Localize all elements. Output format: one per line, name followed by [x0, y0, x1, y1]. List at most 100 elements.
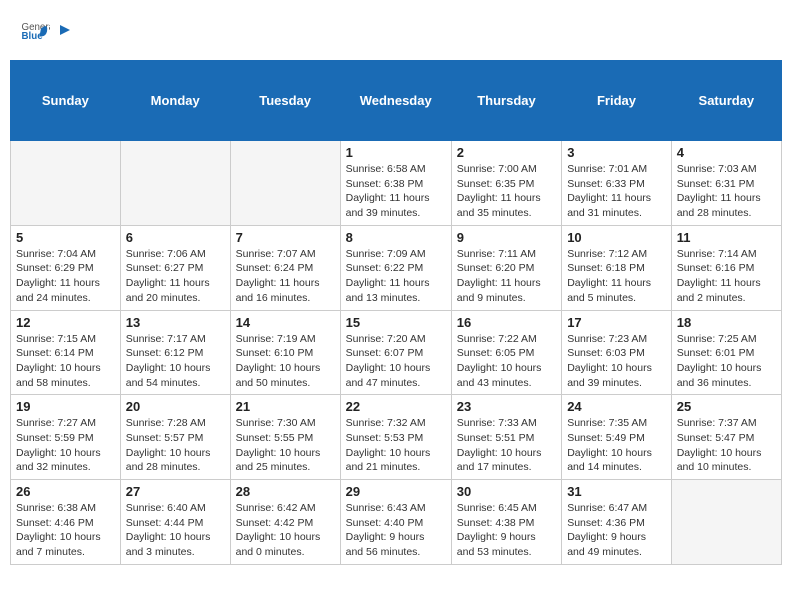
- day-info: Sunrise: 7:06 AM Sunset: 6:27 PM Dayligh…: [126, 247, 225, 306]
- logo-arrow-icon: [56, 21, 74, 39]
- day-number: 26: [16, 484, 115, 499]
- day-info: Sunrise: 6:45 AM Sunset: 4:38 PM Dayligh…: [457, 501, 556, 560]
- calendar-cell: 14 Sunrise: 7:19 AM Sunset: 6:10 PM Dayli…: [230, 310, 340, 395]
- calendar-cell: 13 Sunrise: 7:17 AM Sunset: 6:12 PM Dayli…: [120, 310, 230, 395]
- day-number: 4: [677, 145, 776, 160]
- day-info: Sunrise: 7:37 AM Sunset: 5:47 PM Dayligh…: [677, 416, 776, 475]
- calendar-cell: 6Sunrise: 7:06 AM Sunset: 6:27 PM Daylig…: [120, 225, 230, 310]
- day-info: Sunrise: 6:38 AM Sunset: 4:46 PM Dayligh…: [16, 501, 115, 560]
- calendar-cell: 9 Sunrise: 7:11 AM Sunset: 6:20 PM Daylig…: [451, 225, 561, 310]
- day-header-wednesday: Wednesday: [340, 61, 451, 141]
- day-info: Sunrise: 7:04 AM Sunset: 6:29 PM Dayligh…: [16, 247, 115, 306]
- calendar-cell: [671, 480, 781, 565]
- calendar-cell: 20 Sunrise: 7:28 AM Sunset: 5:57 PM Dayli…: [120, 395, 230, 480]
- day-number: 18: [677, 315, 776, 330]
- day-number: 19: [16, 399, 115, 414]
- week-row-4: 19Sunrise: 7:27 AM Sunset: 5:59 PM Dayli…: [11, 395, 782, 480]
- calendar-cell: 10Sunrise: 7:12 AM Sunset: 6:18 PM Dayli…: [562, 225, 672, 310]
- day-header-friday: Friday: [562, 61, 672, 141]
- calendar-cell: 4 Sunrise: 7:03 AM Sunset: 6:31 PM Daylig…: [671, 141, 781, 226]
- day-info: Sunrise: 6:43 AM Sunset: 4:40 PM Dayligh…: [346, 501, 446, 560]
- calendar-cell: 7 Sunrise: 7:07 AM Sunset: 6:24 PM Daylig…: [230, 225, 340, 310]
- day-number: 28: [236, 484, 335, 499]
- calendar-cell: [120, 141, 230, 226]
- calendar-cell: 1 Sunrise: 6:58 AM Sunset: 6:38 PM Daylig…: [340, 141, 451, 226]
- day-number: 3: [567, 145, 666, 160]
- week-row-5: 26 Sunrise: 6:38 AM Sunset: 4:46 PM Dayli…: [11, 480, 782, 565]
- svg-text:Blue: Blue: [22, 31, 44, 42]
- header-row: SundayMondayTuesdayWednesdayThursdayFrid…: [11, 61, 782, 141]
- day-info: Sunrise: 7:28 AM Sunset: 5:57 PM Dayligh…: [126, 416, 225, 475]
- day-number: 31: [567, 484, 666, 499]
- calendar-cell: 8 Sunrise: 7:09 AM Sunset: 6:22 PM Daylig…: [340, 225, 451, 310]
- day-info: Sunrise: 7:33 AM Sunset: 5:51 PM Dayligh…: [457, 416, 556, 475]
- calendar-cell: 18Sunrise: 7:25 AM Sunset: 6:01 PM Dayli…: [671, 310, 781, 395]
- day-info: Sunrise: 7:22 AM Sunset: 6:05 PM Dayligh…: [457, 332, 556, 391]
- week-row-2: 5Sunrise: 7:04 AM Sunset: 6:29 PM Daylig…: [11, 225, 782, 310]
- day-number: 16: [457, 315, 556, 330]
- day-info: Sunrise: 7:19 AM Sunset: 6:10 PM Dayligh…: [236, 332, 335, 391]
- day-number: 14: [236, 315, 335, 330]
- day-number: 11: [677, 230, 776, 245]
- day-info: Sunrise: 7:00 AM Sunset: 6:35 PM Dayligh…: [457, 162, 556, 221]
- day-header-sunday: Sunday: [11, 61, 121, 141]
- calendar-table: SundayMondayTuesdayWednesdayThursdayFrid…: [10, 60, 782, 565]
- day-info: Sunrise: 7:30 AM Sunset: 5:55 PM Dayligh…: [236, 416, 335, 475]
- day-number: 1: [346, 145, 446, 160]
- day-number: 25: [677, 399, 776, 414]
- calendar-cell: 22 Sunrise: 7:32 AM Sunset: 5:53 PM Dayli…: [340, 395, 451, 480]
- day-number: 30: [457, 484, 556, 499]
- day-info: Sunrise: 7:09 AM Sunset: 6:22 PM Dayligh…: [346, 247, 446, 306]
- day-info: Sunrise: 7:07 AM Sunset: 6:24 PM Dayligh…: [236, 247, 335, 306]
- logo-icon: General Blue: [20, 15, 50, 45]
- day-info: Sunrise: 7:14 AM Sunset: 6:16 PM Dayligh…: [677, 247, 776, 306]
- calendar-cell: 17 Sunrise: 7:23 AM Sunset: 6:03 PM Dayli…: [562, 310, 672, 395]
- day-number: 24: [567, 399, 666, 414]
- day-info: Sunrise: 6:40 AM Sunset: 4:44 PM Dayligh…: [126, 501, 225, 560]
- calendar-cell: 12 Sunrise: 7:15 AM Sunset: 6:14 PM Dayli…: [11, 310, 121, 395]
- day-info: Sunrise: 7:35 AM Sunset: 5:49 PM Dayligh…: [567, 416, 666, 475]
- calendar-cell: 11 Sunrise: 7:14 AM Sunset: 6:16 PM Dayli…: [671, 225, 781, 310]
- calendar-cell: 19Sunrise: 7:27 AM Sunset: 5:59 PM Dayli…: [11, 395, 121, 480]
- day-info: Sunrise: 6:58 AM Sunset: 6:38 PM Dayligh…: [346, 162, 446, 221]
- day-header-thursday: Thursday: [451, 61, 561, 141]
- calendar-cell: 31 Sunrise: 6:47 AM Sunset: 4:36 PM Dayli…: [562, 480, 672, 565]
- logo: General Blue: [20, 15, 76, 45]
- day-number: 20: [126, 399, 225, 414]
- calendar-cell: 21 Sunrise: 7:30 AM Sunset: 5:55 PM Dayli…: [230, 395, 340, 480]
- week-row-3: 12 Sunrise: 7:15 AM Sunset: 6:14 PM Dayli…: [11, 310, 782, 395]
- day-number: 17: [567, 315, 666, 330]
- calendar-cell: 27 Sunrise: 6:40 AM Sunset: 4:44 PM Dayli…: [120, 480, 230, 565]
- day-info: Sunrise: 7:32 AM Sunset: 5:53 PM Dayligh…: [346, 416, 446, 475]
- day-number: 2: [457, 145, 556, 160]
- day-number: 8: [346, 230, 446, 245]
- calendar-cell: 29 Sunrise: 6:43 AM Sunset: 4:40 PM Dayli…: [340, 480, 451, 565]
- day-number: 29: [346, 484, 446, 499]
- day-number: 21: [236, 399, 335, 414]
- calendar-cell: [230, 141, 340, 226]
- day-number: 15: [346, 315, 446, 330]
- day-info: Sunrise: 7:11 AM Sunset: 6:20 PM Dayligh…: [457, 247, 556, 306]
- day-info: Sunrise: 7:17 AM Sunset: 6:12 PM Dayligh…: [126, 332, 225, 391]
- day-info: Sunrise: 7:23 AM Sunset: 6:03 PM Dayligh…: [567, 332, 666, 391]
- day-number: 7: [236, 230, 335, 245]
- day-info: Sunrise: 6:47 AM Sunset: 4:36 PM Dayligh…: [567, 501, 666, 560]
- day-number: 13: [126, 315, 225, 330]
- day-number: 10: [567, 230, 666, 245]
- day-header-monday: Monday: [120, 61, 230, 141]
- page-header: General Blue: [10, 10, 782, 50]
- calendar-cell: [11, 141, 121, 226]
- day-number: 9: [457, 230, 556, 245]
- calendar-cell: 3 Sunrise: 7:01 AM Sunset: 6:33 PM Daylig…: [562, 141, 672, 226]
- day-info: Sunrise: 7:20 AM Sunset: 6:07 PM Dayligh…: [346, 332, 446, 391]
- day-number: 23: [457, 399, 556, 414]
- day-info: Sunrise: 7:03 AM Sunset: 6:31 PM Dayligh…: [677, 162, 776, 221]
- day-info: Sunrise: 6:42 AM Sunset: 4:42 PM Dayligh…: [236, 501, 335, 560]
- day-info: Sunrise: 7:15 AM Sunset: 6:14 PM Dayligh…: [16, 332, 115, 391]
- calendar-cell: 28 Sunrise: 6:42 AM Sunset: 4:42 PM Dayli…: [230, 480, 340, 565]
- day-number: 27: [126, 484, 225, 499]
- day-number: 12: [16, 315, 115, 330]
- calendar-cell: 23 Sunrise: 7:33 AM Sunset: 5:51 PM Dayli…: [451, 395, 561, 480]
- day-info: Sunrise: 7:01 AM Sunset: 6:33 PM Dayligh…: [567, 162, 666, 221]
- day-number: 22: [346, 399, 446, 414]
